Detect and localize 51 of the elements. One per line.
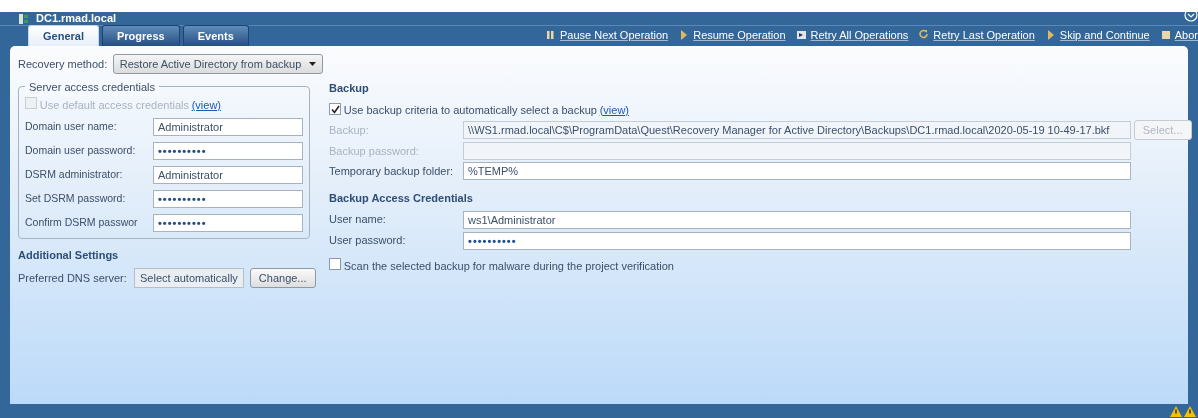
text-field[interactable]: Administrator xyxy=(153,165,303,184)
app-icon xyxy=(18,12,30,25)
toolbar-link[interactable]: Skip and Continue xyxy=(1044,26,1150,43)
field-label: User name: xyxy=(329,212,387,228)
password-field[interactable]: •••••••••• xyxy=(463,231,1132,250)
change-button[interactable]: Change... xyxy=(249,268,316,288)
field-label: Domain user name: xyxy=(25,118,118,134)
window-title: DC1.rmad.local xyxy=(36,11,117,27)
password-field[interactable]: •••••••••• xyxy=(153,189,303,208)
password-field[interactable]: •••••••••• xyxy=(153,213,303,232)
tab[interactable]: Events xyxy=(182,25,249,46)
toolbar-link[interactable]: Pause Next Operation xyxy=(544,26,669,43)
checkbox-label: Scan the selected backup for malware during the project verification xyxy=(343,258,674,274)
stop-icon xyxy=(1159,28,1171,41)
field-label: Set DSRM password: xyxy=(25,190,127,206)
text-field[interactable]: %TEMP% xyxy=(463,162,1132,180)
retry-all-icon xyxy=(795,28,807,41)
checkbox[interactable] xyxy=(329,257,342,270)
view-link[interactable]: (view) xyxy=(599,101,629,118)
retry-icon xyxy=(918,28,930,41)
recovery-method-dropdown[interactable]: Restore Active Directory from backup xyxy=(112,54,324,74)
toolbar-link[interactable]: Retry Last Operation xyxy=(918,26,1035,43)
pause-icon xyxy=(544,28,556,41)
field-label: Temporary backup folder: xyxy=(329,163,455,179)
toolbar-link[interactable]: Abor xyxy=(1159,26,1198,43)
section-title: Additional Settings xyxy=(18,247,120,263)
field-label: Recovery method: xyxy=(18,56,108,72)
field-label: Preferred DNS server: xyxy=(18,270,128,286)
dropdown-arrow-icon xyxy=(309,62,317,66)
field-label: Backup: xyxy=(329,122,370,138)
tab[interactable]: General xyxy=(28,25,99,46)
dns-server-field: Select automatically xyxy=(134,268,244,288)
text-field[interactable]: Administrator xyxy=(153,117,303,136)
warning-icon xyxy=(1184,405,1196,417)
field-label: Domain user password: xyxy=(25,142,137,158)
warning-icon xyxy=(1170,405,1182,417)
toolbar-link[interactable]: Retry All Operations xyxy=(795,26,909,43)
password-field[interactable]: •••••••••• xyxy=(153,141,303,160)
field-label: User password: xyxy=(329,233,407,249)
checkbox-label: Use default access credentials xyxy=(39,98,189,113)
checkbox-label: Use backup criteria to automatically select a backup xyxy=(343,102,597,118)
field-label: DSRM administrator: xyxy=(25,166,124,182)
section-title: Backup xyxy=(329,81,370,96)
field-label: Backup password: xyxy=(329,143,420,159)
toolbar-link[interactable]: Resume Operation xyxy=(678,26,786,43)
tab[interactable]: Progress xyxy=(101,25,180,46)
field-label: Confirm DSRM passwor xyxy=(25,214,139,230)
text-field[interactable] xyxy=(463,142,1132,160)
checkbox[interactable] xyxy=(329,103,342,115)
section-title: Backup Access Credentials xyxy=(329,191,474,206)
text-field[interactable]: ws1\Administrator xyxy=(463,210,1132,229)
